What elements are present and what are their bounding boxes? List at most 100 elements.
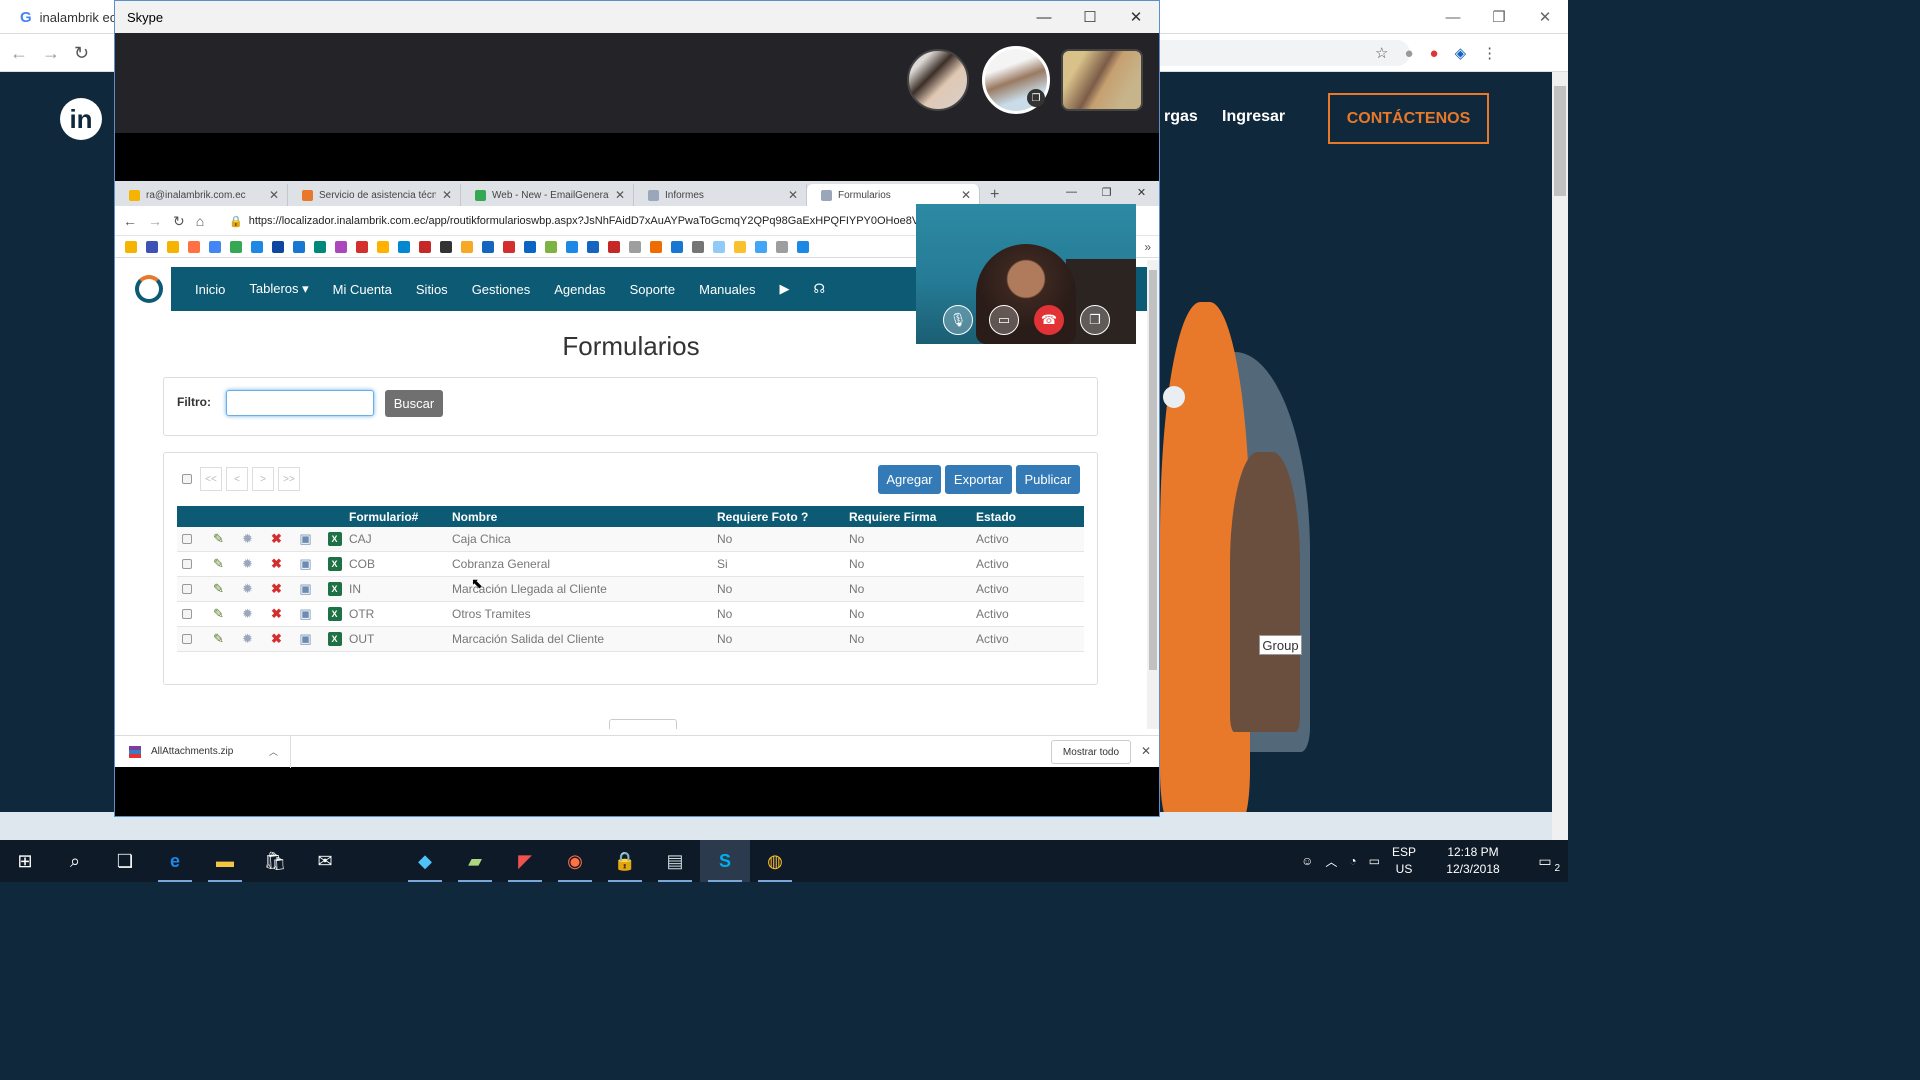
column-header[interactable]: Requiere Foto ? — [717, 510, 849, 524]
close-icon[interactable]: ✕ — [1141, 744, 1151, 758]
browser-tab[interactable]: ra@inalambrik.com.ec ✕ — [115, 184, 288, 206]
excel-icon[interactable]: X — [327, 532, 342, 546]
delete-icon[interactable]: ✖ — [262, 556, 291, 572]
reload-icon[interactable]: ↻ — [74, 43, 89, 64]
page-scrollbar[interactable] — [1147, 260, 1159, 729]
camera-icon[interactable]: ▭ — [989, 305, 1019, 335]
delete-icon[interactable]: ✖ — [262, 606, 291, 622]
participant-avatar[interactable] — [907, 49, 969, 111]
minimize-button[interactable]: — — [1430, 0, 1476, 34]
settings-icon[interactable]: ✹ — [233, 606, 262, 622]
select-all-checkbox[interactable] — [182, 474, 192, 484]
bookmark-icon[interactable] — [734, 240, 746, 253]
column-header[interactable]: Estado — [976, 510, 1076, 524]
image-icon[interactable]: ▣ — [291, 631, 320, 647]
search-icon[interactable]: ⌕ — [50, 840, 100, 882]
image-icon[interactable]: ▣ — [291, 556, 320, 572]
bookmark-icon[interactable] — [230, 240, 242, 253]
language-indicator[interactable]: ESP US — [1392, 844, 1416, 878]
close-tab-icon[interactable]: ✕ — [961, 188, 971, 202]
nav-manuales[interactable]: Manuales — [699, 282, 755, 297]
task-view-icon[interactable]: ❏ — [100, 840, 150, 882]
row-checkbox[interactable] — [182, 559, 192, 569]
excel-icon[interactable]: X — [327, 607, 342, 621]
close-tab-icon[interactable]: ✕ — [615, 188, 625, 202]
delete-icon[interactable]: ✖ — [262, 581, 291, 597]
bookmark-icon[interactable] — [146, 240, 158, 253]
bookmark-icon[interactable] — [608, 240, 620, 253]
settings-icon[interactable]: ✹ — [233, 581, 262, 597]
nav-sitios[interactable]: Sitios — [416, 282, 448, 297]
export-button[interactable]: Exportar — [945, 465, 1012, 494]
bookmark-icon[interactable] — [524, 240, 536, 253]
contact-button[interactable]: CONTÁCTENOS — [1328, 93, 1489, 144]
settings-icon[interactable]: ✹ — [233, 631, 262, 647]
app-icon[interactable]: ◉ — [550, 840, 600, 882]
background-browser-tab[interactable]: G inalambrik ec — [0, 0, 120, 34]
extension-icon[interactable]: ● — [1430, 45, 1439, 62]
excel-icon[interactable]: X — [327, 557, 342, 571]
nav-mi-cuenta[interactable]: Mi Cuenta — [333, 282, 392, 297]
publish-button[interactable]: Publicar — [1016, 465, 1080, 494]
browser-tab[interactable]: Web - New - EmailGenerateSu ✕ — [461, 184, 634, 206]
edit-icon[interactable]: ✎ — [204, 556, 233, 572]
image-icon[interactable]: ▣ — [291, 581, 320, 597]
browser-tab-active[interactable]: Formularios ✕ — [807, 184, 980, 206]
edit-icon[interactable]: ✎ — [204, 581, 233, 597]
bookmark-icon[interactable] — [587, 240, 599, 253]
app-icon[interactable]: ▰ — [450, 840, 500, 882]
row-checkbox[interactable] — [182, 609, 192, 619]
image-icon[interactable]: ▣ — [291, 531, 320, 547]
first-page-button[interactable]: << — [200, 467, 222, 491]
excel-icon[interactable]: X — [327, 582, 342, 596]
bookmark-icon[interactable] — [398, 240, 410, 253]
file-explorer-icon[interactable]: ▬ — [200, 840, 250, 882]
battery-icon[interactable]: ▭ — [1369, 854, 1380, 868]
background-menu-item[interactable]: rgas — [1164, 108, 1198, 126]
delete-icon[interactable]: ✖ — [262, 531, 291, 547]
column-header[interactable]: Requiere Firma — [849, 510, 976, 524]
restore-button[interactable]: ❐ — [1089, 181, 1124, 203]
home-icon[interactable]: ⌂ — [196, 213, 204, 229]
column-header[interactable]: Nombre — [452, 510, 717, 524]
forward-icon[interactable]: → — [42, 43, 60, 64]
nav-gestiones[interactable]: Gestiones — [472, 282, 531, 297]
add-button[interactable]: Agregar — [878, 465, 941, 494]
bookmark-icon[interactable] — [503, 240, 515, 253]
more-bookmarks-icon[interactable]: » — [1144, 236, 1151, 258]
popout-icon[interactable]: ❐ — [1080, 305, 1110, 335]
end-call-icon[interactable]: ☎ — [1034, 305, 1064, 335]
bookmark-icon[interactable] — [797, 240, 809, 253]
bookmark-icon[interactable] — [650, 240, 662, 253]
chevron-up-icon[interactable]: ︿ — [1325, 853, 1337, 870]
nav-inicio[interactable]: Inicio — [195, 282, 225, 297]
bookmark-icon[interactable] — [629, 240, 641, 253]
row-checkbox[interactable] — [182, 634, 192, 644]
excel-icon[interactable]: X — [327, 632, 342, 646]
bookmark-icon[interactable] — [209, 240, 221, 253]
clock[interactable]: 12:18 PM 12/3/2018 — [1428, 844, 1518, 878]
background-scrollbar[interactable] — [1552, 72, 1568, 840]
bookmark-icon[interactable] — [188, 240, 200, 253]
reload-icon[interactable]: ↻ — [173, 213, 185, 230]
browser-tab[interactable]: Servicio de asistencia técnica ✕ — [288, 184, 461, 206]
bookmark-icon[interactable] — [251, 240, 263, 253]
row-checkbox[interactable] — [182, 584, 192, 594]
last-page-button[interactable]: >> — [278, 467, 300, 491]
new-tab-icon[interactable]: + — [980, 184, 1009, 206]
participant-video[interactable] — [1061, 49, 1143, 111]
close-tab-icon[interactable]: ✕ — [269, 188, 279, 202]
prev-page-button[interactable]: < — [226, 467, 248, 491]
app-icon[interactable]: ▤ — [650, 840, 700, 882]
close-button[interactable]: ✕ — [1522, 0, 1568, 34]
browser-tab[interactable]: Informes ✕ — [634, 184, 807, 206]
bookmark-icon[interactable] — [419, 240, 431, 253]
bookmark-icon[interactable] — [482, 240, 494, 253]
notifications-icon[interactable]: ▭ 2 — [1530, 846, 1560, 876]
filter-input[interactable] — [226, 390, 374, 416]
close-button[interactable]: ✕ — [1113, 1, 1159, 33]
bookmark-star-icon[interactable]: ☆ — [1375, 44, 1388, 62]
bookmark-icon[interactable] — [314, 240, 326, 253]
mail-icon[interactable]: ✉ — [300, 840, 350, 882]
show-all-button[interactable]: Mostrar todo — [1051, 740, 1131, 764]
